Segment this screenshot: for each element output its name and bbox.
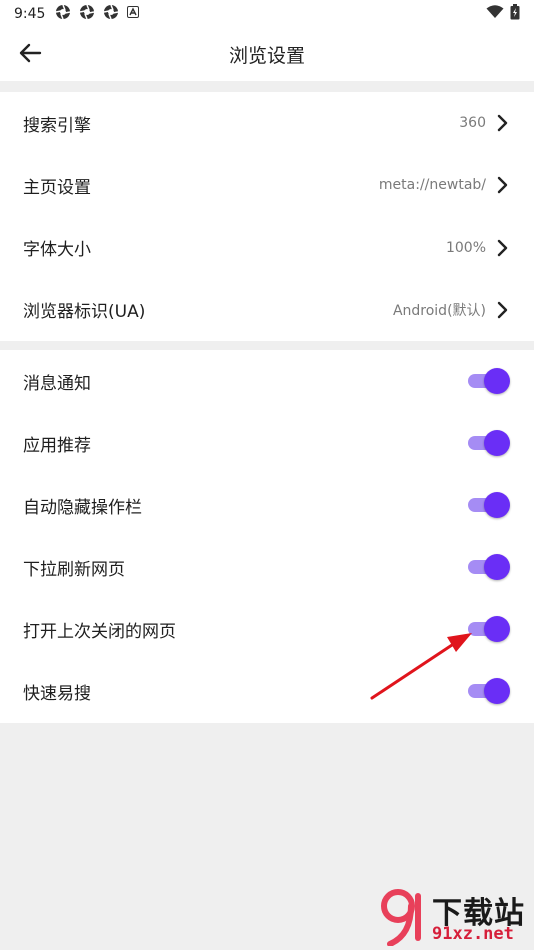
toggle-thumb — [484, 492, 510, 518]
toggle-thumb — [484, 430, 510, 456]
setting-row-homepage[interactable]: 主页设置 meta://newtab/ — [0, 154, 534, 216]
page-title: 浏览设置 — [228, 45, 305, 67]
a-letter-icon — [127, 6, 140, 22]
setting-label: 主页设置 — [23, 177, 91, 198]
aperture-icon — [103, 4, 119, 24]
toggle-switch[interactable] — [468, 492, 510, 518]
aperture-icon — [79, 4, 95, 24]
chevron-right-icon — [496, 300, 510, 320]
setting-label: 下拉刷新网页 — [23, 559, 125, 580]
toggle-switch[interactable] — [468, 554, 510, 580]
setting-row-user-agent[interactable]: 浏览器标识(UA) Android(默认) — [0, 279, 534, 341]
setting-value: Android(默认) — [392, 302, 486, 319]
app-bar: 浏览设置 — [0, 28, 534, 81]
watermark-domain: 91xz.net — [432, 924, 514, 944]
back-button[interactable] — [12, 38, 48, 72]
toggle-switch[interactable] — [468, 616, 510, 642]
setting-label: 打开上次关闭的网页 — [23, 621, 176, 642]
toggle-thumb — [484, 554, 510, 580]
toggle-thumb — [484, 678, 510, 704]
chevron-right-icon — [496, 175, 510, 195]
setting-row-font-size[interactable]: 字体大小 100% — [0, 217, 534, 279]
aperture-icon — [55, 4, 71, 24]
status-time: 9:45 — [14, 6, 46, 22]
setting-label: 字体大小 — [23, 240, 91, 261]
setting-value: meta://newtab/ — [378, 177, 486, 194]
setting-value: 100% — [445, 239, 486, 256]
chevron-right-icon — [496, 113, 510, 133]
chevron-right-icon — [496, 238, 510, 258]
setting-row-restore-tabs: 打开上次关闭的网页 — [0, 598, 534, 660]
watermark-logo-icon — [381, 889, 421, 946]
setting-row-pull-refresh: 下拉刷新网页 — [0, 536, 534, 598]
toggle-switch[interactable] — [468, 678, 510, 704]
setting-row-quick-search: 快速易搜 — [0, 660, 534, 722]
toggle-switch[interactable] — [468, 368, 510, 394]
status-bar: 9:45 — [0, 0, 534, 28]
watermark: 下载站 91xz.net — [380, 888, 530, 948]
setting-row-search-engine[interactable]: 搜索引擎 360 — [0, 92, 534, 154]
battery-icon — [510, 4, 520, 24]
toggle-thumb — [484, 616, 510, 642]
setting-label: 自动隐藏操作栏 — [23, 497, 142, 518]
status-right-icons — [486, 4, 520, 24]
setting-row-app-recommend: 应用推荐 — [0, 412, 534, 474]
setting-row-notifications: 消息通知 — [0, 350, 534, 412]
settings-group-toggles: 消息通知 应用推荐 自动隐藏操作栏 下拉刷新网页 打开上次关闭的网页 快速易搜 — [0, 350, 534, 723]
arrow-left-icon — [18, 43, 42, 67]
setting-label: 快速易搜 — [23, 683, 91, 704]
setting-label: 搜索引擎 — [23, 115, 91, 136]
setting-label: 应用推荐 — [23, 435, 91, 456]
setting-label: 消息通知 — [23, 373, 91, 394]
wifi-icon — [486, 5, 504, 23]
settings-group-general: 搜索引擎 360 主页设置 meta://newtab/ 字体大小 100% 浏… — [0, 92, 534, 341]
toggle-thumb — [484, 368, 510, 394]
setting-value: 360 — [459, 115, 486, 132]
setting-label: 浏览器标识(UA) — [23, 302, 146, 323]
setting-row-auto-hide-toolbar: 自动隐藏操作栏 — [0, 474, 534, 536]
toggle-switch[interactable] — [468, 430, 510, 456]
